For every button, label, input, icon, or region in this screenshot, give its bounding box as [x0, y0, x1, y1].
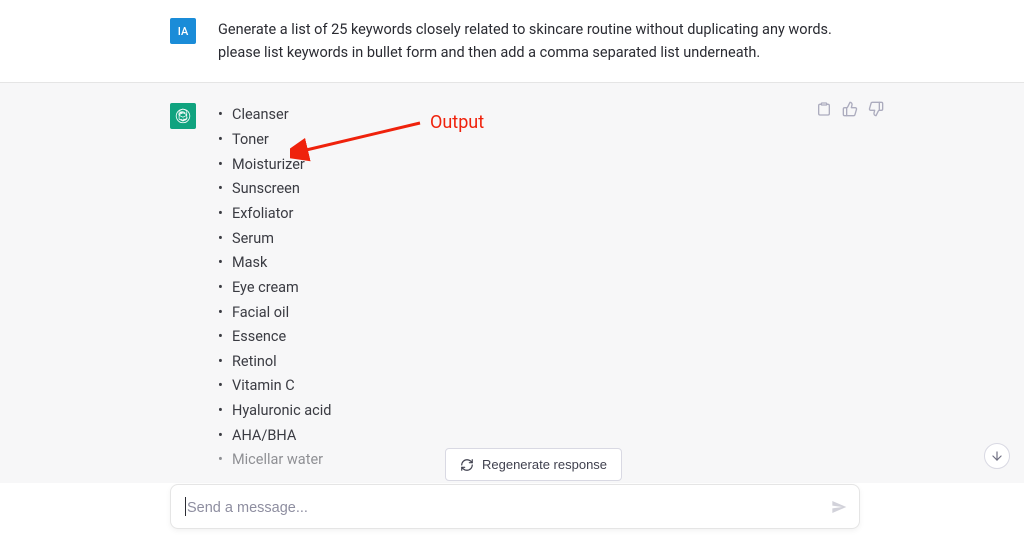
- send-button[interactable]: [831, 499, 847, 515]
- list-item: Facial oil: [218, 301, 818, 326]
- send-icon: [831, 499, 847, 515]
- list-item: Retinol: [218, 350, 818, 375]
- refresh-icon: [460, 458, 474, 472]
- assistant-avatar: [170, 103, 196, 129]
- keyword-list: Cleanser Toner Moisturizer Sunscreen Exf…: [218, 103, 818, 473]
- copy-button[interactable]: [816, 101, 832, 117]
- clipboard-icon: [816, 101, 832, 117]
- list-item: Eye cream: [218, 276, 818, 301]
- message-input[interactable]: [187, 500, 811, 516]
- openai-icon: [174, 107, 192, 125]
- list-item: Essence: [218, 325, 818, 350]
- list-item: Cleanser: [218, 103, 818, 128]
- message-input-container: [170, 484, 860, 529]
- thumbs-up-button[interactable]: [842, 101, 858, 117]
- regenerate-button[interactable]: Regenerate response: [445, 448, 622, 481]
- list-item: Hyaluronic acid: [218, 399, 818, 424]
- thumbs-down-button[interactable]: [868, 101, 884, 117]
- user-prompt-text: Generate a list of 25 keywords closely r…: [218, 18, 858, 64]
- list-item: Sunscreen: [218, 177, 818, 202]
- scroll-down-button[interactable]: [984, 443, 1010, 469]
- list-item: AHA/BHA: [218, 424, 818, 449]
- list-item: Mask: [218, 251, 818, 276]
- thumbs-up-icon: [842, 101, 858, 117]
- thumbs-down-icon: [868, 101, 884, 117]
- message-actions: [816, 101, 884, 117]
- list-item: Moisturizer: [218, 153, 818, 178]
- regenerate-label: Regenerate response: [482, 457, 607, 472]
- list-item: Toner: [218, 128, 818, 153]
- user-avatar: IA: [170, 18, 196, 44]
- list-item: Vitamin C: [218, 374, 818, 399]
- assistant-content: Cleanser Toner Moisturizer Sunscreen Exf…: [218, 103, 818, 473]
- assistant-message: Cleanser Toner Moisturizer Sunscreen Exf…: [0, 83, 1024, 483]
- list-item: Exfoliator: [218, 202, 818, 227]
- user-message: IA Generate a list of 25 keywords closel…: [0, 0, 1024, 83]
- list-item: Serum: [218, 227, 818, 252]
- arrow-down-icon: [990, 449, 1004, 463]
